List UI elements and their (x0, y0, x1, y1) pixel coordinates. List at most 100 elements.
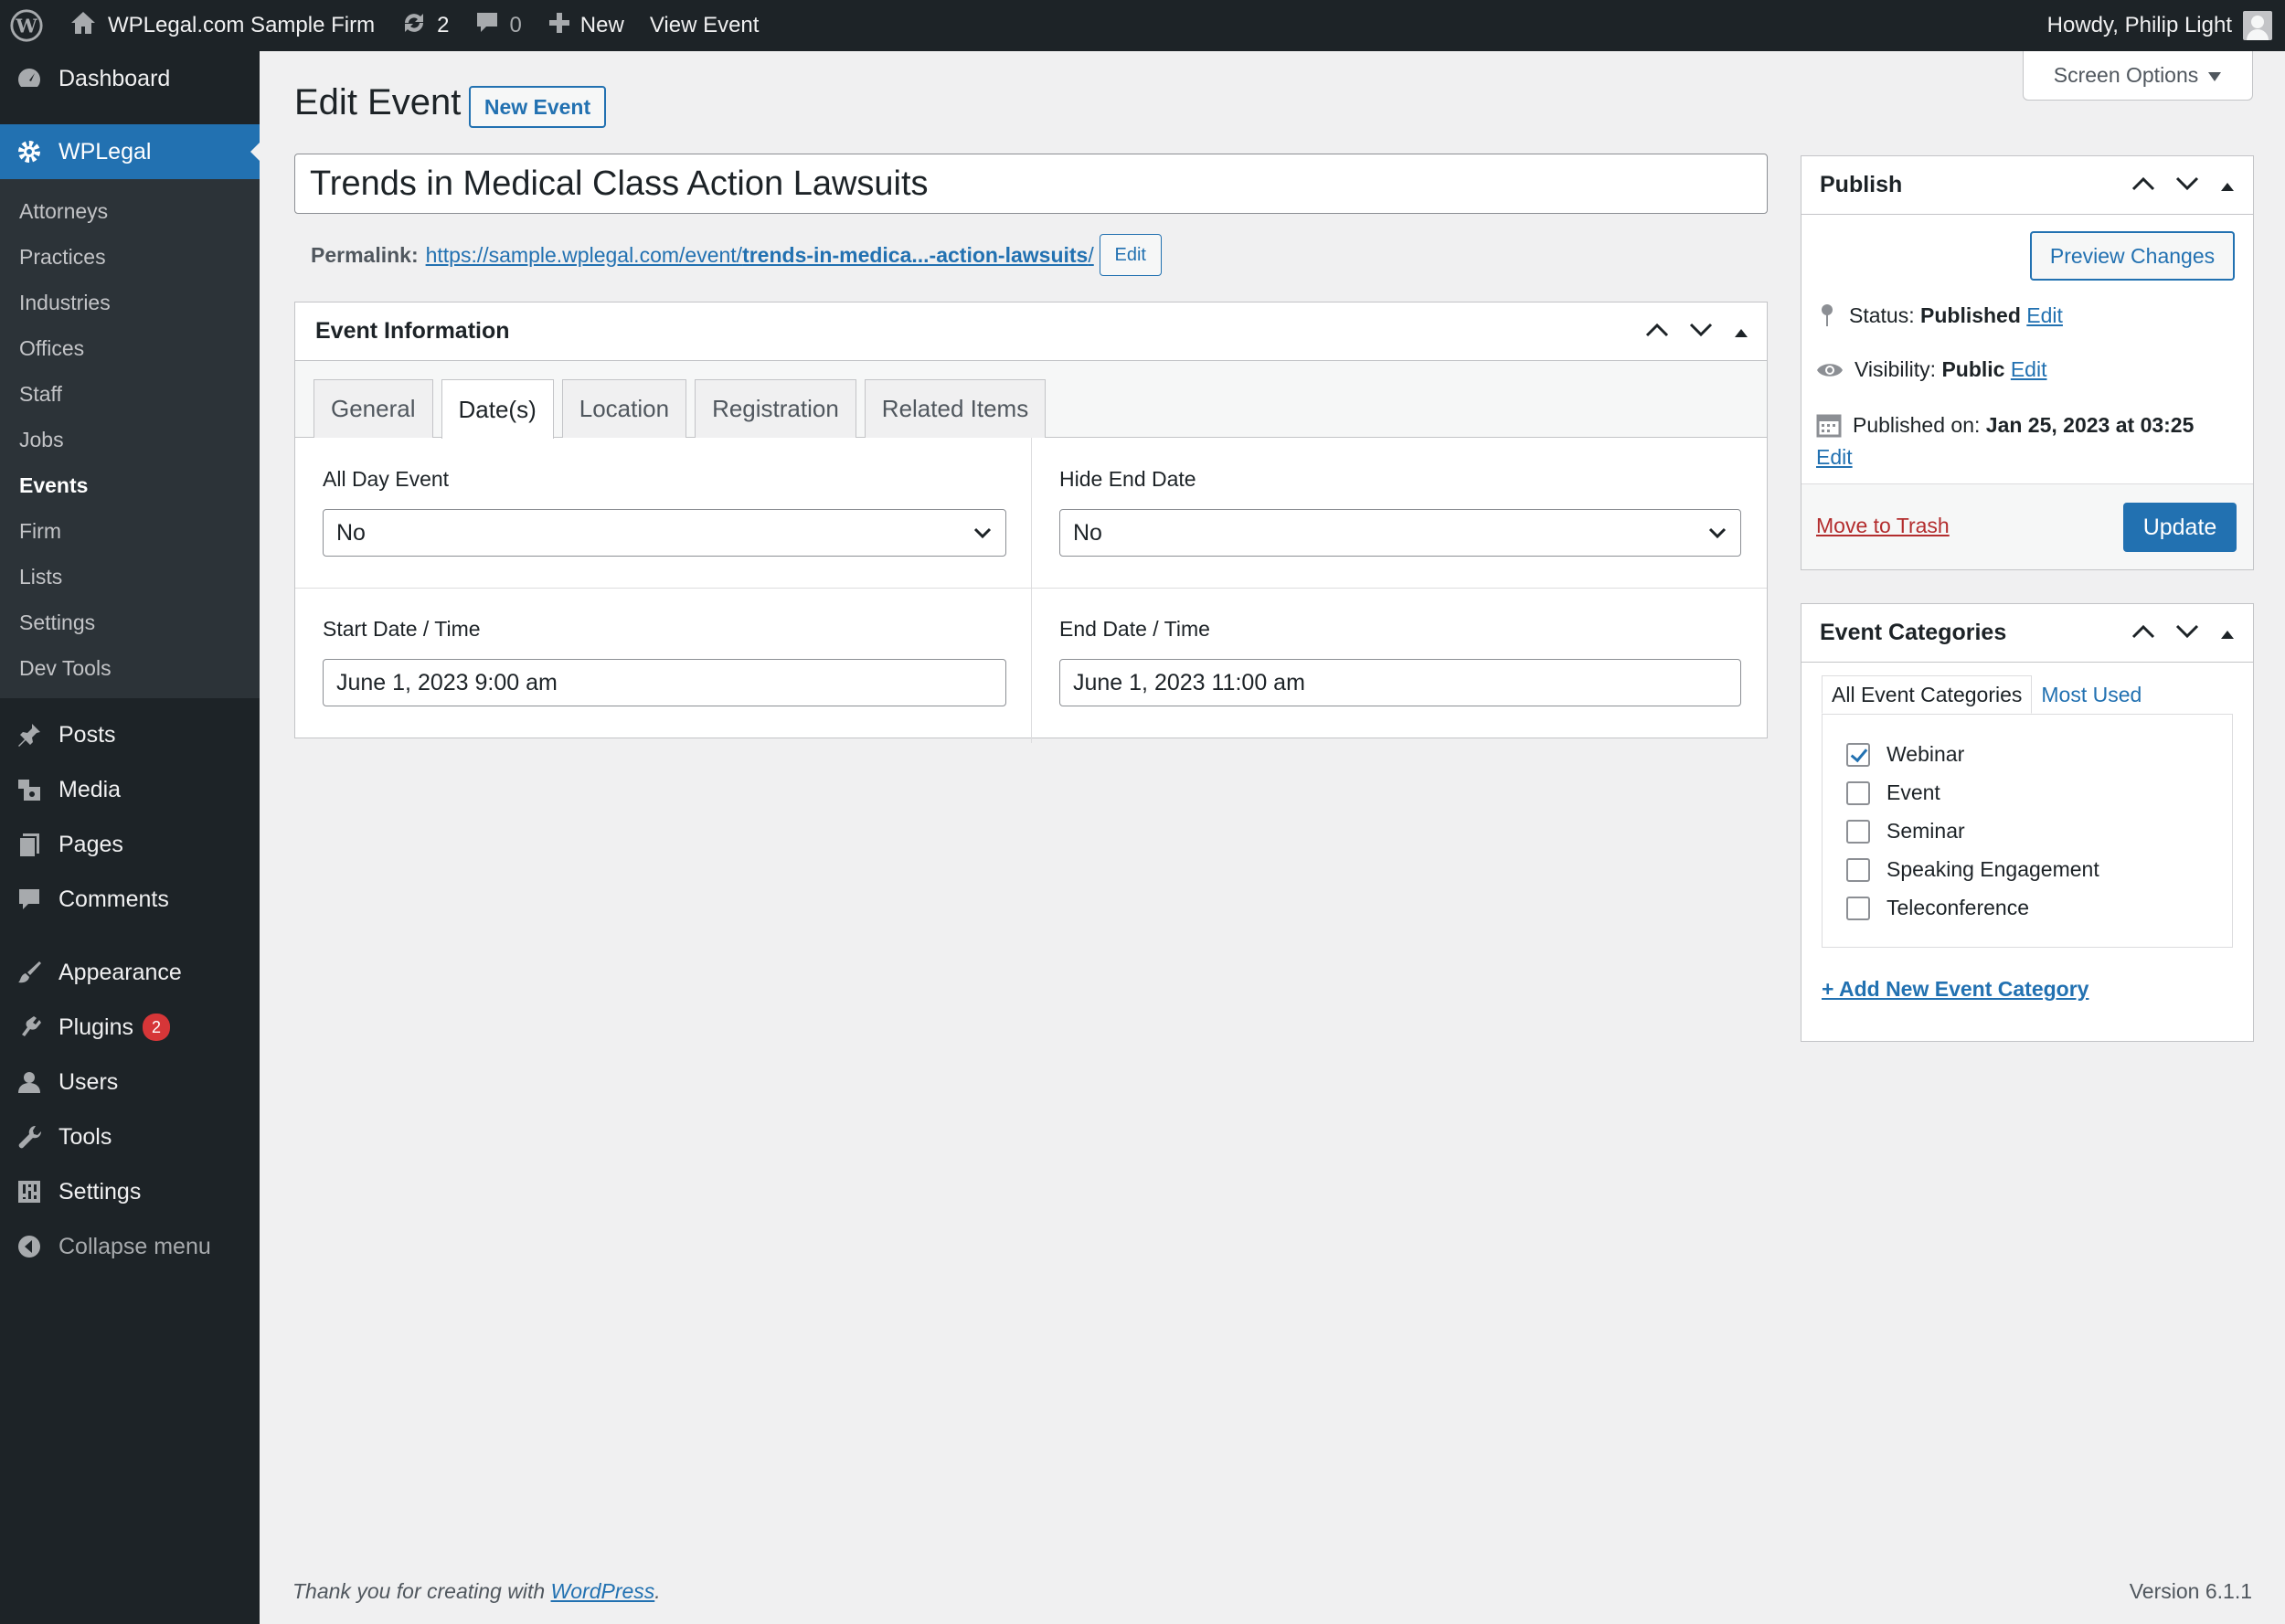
tab-registration[interactable]: Registration (695, 379, 856, 438)
new-event-button[interactable]: New Event (469, 86, 606, 128)
status-edit-link[interactable]: Edit (2026, 303, 2063, 328)
greeting: Howdy, Philip Light (2046, 13, 2232, 37)
comments-icon (15, 885, 44, 914)
post-title-input[interactable]: Trends in Medical Class Action Lawsuits (294, 154, 1768, 214)
tab-location[interactable]: Location (561, 379, 687, 438)
submenu-jobs[interactable]: Jobs (0, 417, 260, 462)
submenu-firm[interactable]: Firm (0, 508, 260, 554)
menu-users-label: Users (58, 1068, 119, 1095)
submenu-settings[interactable]: Settings (0, 600, 260, 645)
hide-end-date-select[interactable]: No (1059, 509, 1741, 557)
move-down-icon[interactable] (1688, 319, 1714, 345)
column-divider (1031, 438, 1032, 743)
category-item[interactable]: Speaking Engagement (1846, 857, 2099, 882)
add-new-category-link[interactable]: + Add New Event Category (1822, 977, 2088, 1002)
screen-options-button[interactable]: Screen Options (2023, 51, 2253, 101)
menu-wplegal[interactable]: WPLegal (0, 124, 260, 179)
menu-comments[interactable]: Comments (0, 872, 260, 927)
submenu-staff[interactable]: Staff (0, 371, 260, 417)
start-date-input[interactable]: June 1, 2023 9:00 am (323, 659, 1006, 706)
hide-end-date-value: No (1073, 519, 1102, 546)
status-row: Status: Published Edit (1816, 303, 2063, 328)
permalink-link[interactable]: https://sample.wplegal.com/event/trends-… (426, 243, 1094, 268)
menu-appearance-label: Appearance (58, 959, 182, 985)
menu-users[interactable]: Users (0, 1055, 260, 1109)
checkbox-checked[interactable] (1846, 742, 1870, 767)
box-controls (1644, 303, 1750, 361)
tab-related-items[interactable]: Related Items (864, 379, 1047, 438)
submenu-events[interactable]: Events (0, 462, 260, 508)
menu-plugins[interactable]: Plugins 2 (0, 1000, 260, 1055)
submenu-practices[interactable]: Practices (0, 234, 260, 280)
visibility-value: Public (1941, 357, 2005, 381)
menu-media[interactable]: Media (0, 762, 260, 817)
avatar (2243, 11, 2272, 40)
permalink-edit-button[interactable]: Edit (1099, 234, 1162, 276)
menu-posts[interactable]: Posts (0, 707, 260, 762)
end-date-input[interactable]: June 1, 2023 11:00 am (1059, 659, 1741, 706)
toggle-panel-icon[interactable] (2218, 173, 2237, 199)
menu-pages[interactable]: Pages (0, 817, 260, 872)
tab-dates[interactable]: Date(s) (441, 379, 554, 439)
site-name-link[interactable]: WPLegal.com Sample Firm (57, 0, 388, 51)
comment-bubble-icon (474, 10, 500, 42)
wrench-icon (15, 1122, 44, 1152)
calendar-icon (1816, 414, 1842, 438)
toggle-panel-icon[interactable] (1732, 319, 1750, 345)
move-down-icon[interactable] (2174, 173, 2200, 199)
view-event-label: View Event (649, 13, 760, 37)
category-checklist: Webinar Event Seminar Speaking Engagemen… (1822, 714, 2233, 948)
footer-thanks: Thank you for creating with WordPress. (292, 1579, 661, 1604)
submenu-industries[interactable]: Industries (0, 280, 260, 325)
publish-title: Publish (1820, 172, 1903, 197)
menu-dashboard[interactable]: Dashboard (0, 51, 260, 106)
category-item[interactable]: Seminar (1846, 819, 1965, 844)
my-account[interactable]: Howdy, Philip Light (2047, 0, 2272, 51)
menu-media-label: Media (58, 776, 122, 802)
update-button[interactable]: Update (2123, 503, 2237, 552)
updates-link[interactable]: 2 (388, 0, 462, 51)
plus-icon (547, 11, 571, 41)
view-event-link[interactable]: View Event (637, 0, 772, 51)
tab-most-used[interactable]: Most Used (2032, 675, 2151, 714)
move-to-trash-link[interactable]: Move to Trash (1816, 514, 1950, 538)
row-divider (295, 588, 1767, 589)
checkbox[interactable] (1846, 896, 1870, 920)
new-content-link[interactable]: New (535, 0, 637, 51)
submenu-offices[interactable]: Offices (0, 325, 260, 371)
category-item[interactable]: Webinar (1846, 742, 1964, 767)
menu-plugins-label: Plugins (58, 1014, 133, 1040)
move-up-icon[interactable] (2131, 621, 2156, 647)
submenu-lists[interactable]: Lists (0, 554, 260, 600)
category-item[interactable]: Event (1846, 780, 1940, 805)
comments-link[interactable]: 0 (462, 0, 534, 51)
publish-box: Publish Preview Changes Status: Publishe… (1801, 155, 2254, 570)
event-categories-title: Event Categories (1820, 620, 2007, 645)
media-icon (15, 775, 44, 804)
menu-tools[interactable]: Tools (0, 1109, 260, 1164)
checkbox[interactable] (1846, 780, 1870, 805)
submenu-attorneys[interactable]: Attorneys (0, 188, 260, 234)
move-up-icon[interactable] (2131, 173, 2156, 199)
tab-general[interactable]: General (314, 379, 433, 438)
move-down-icon[interactable] (2174, 621, 2200, 647)
move-up-icon[interactable] (1644, 319, 1670, 345)
checkbox[interactable] (1846, 857, 1870, 882)
wordpress-link[interactable]: WordPress (551, 1579, 655, 1603)
category-tabs: All Event Categories Most Used (1822, 675, 2151, 714)
visibility-edit-link[interactable]: Edit (2011, 357, 2047, 382)
toggle-panel-icon[interactable] (2218, 621, 2237, 647)
updates-icon (400, 9, 428, 43)
tab-all-event-categories[interactable]: All Event Categories (1822, 675, 2033, 714)
preview-changes-button[interactable]: Preview Changes (2030, 231, 2235, 281)
category-item[interactable]: Teleconference (1846, 896, 2029, 920)
wordpress-logo-icon[interactable]: W (0, 0, 57, 51)
all-day-event-select[interactable]: No (323, 509, 1006, 557)
menu-settings[interactable]: Settings (0, 1164, 260, 1219)
submenu-dev-tools[interactable]: Dev Tools (0, 645, 260, 691)
collapse-menu-button[interactable]: Collapse menu (0, 1219, 260, 1274)
checkbox[interactable] (1846, 819, 1870, 844)
menu-appearance[interactable]: Appearance (0, 945, 260, 1000)
comments-count: 0 (509, 13, 522, 37)
published-on-edit-link[interactable]: Edit (1816, 445, 1853, 470)
